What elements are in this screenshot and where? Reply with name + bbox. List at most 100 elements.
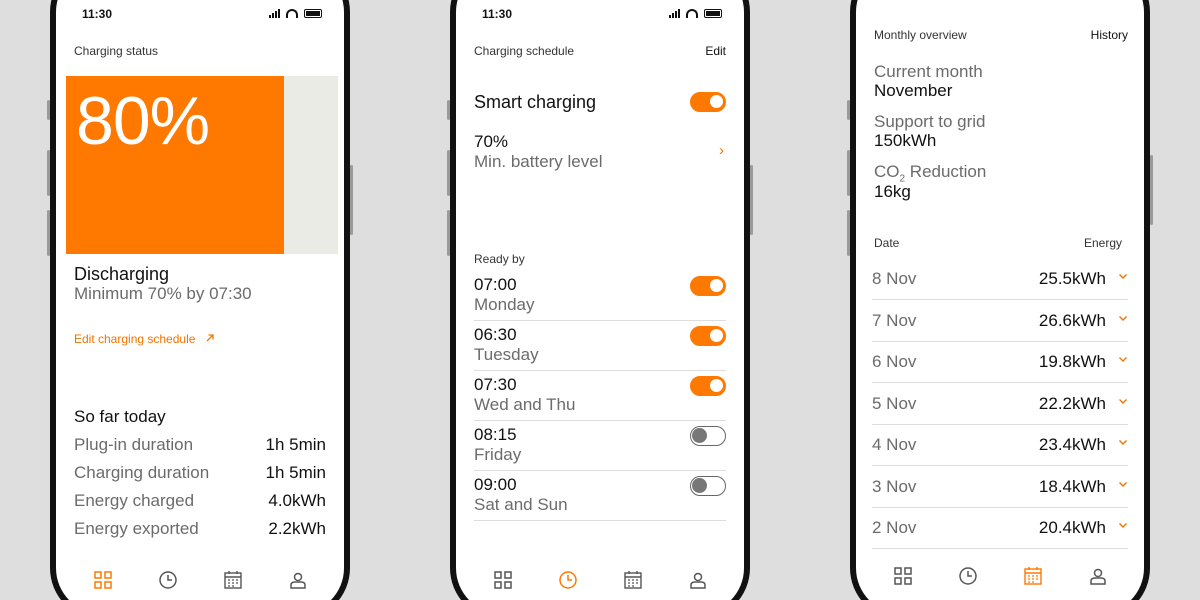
- schedule-time: 07:00: [474, 275, 517, 294]
- battery-icon: [304, 8, 322, 18]
- edit-button[interactable]: Edit: [705, 44, 726, 58]
- phone-monthly-overview: Monthly overview History Current month N…: [847, 0, 1153, 600]
- signal-icon: [269, 8, 280, 18]
- screen: 11:30 Charging status 80% Discharging Mi…: [56, 0, 344, 600]
- page-title: Charging status: [74, 44, 159, 58]
- bottom-nav: [456, 568, 744, 600]
- signal-icon: [669, 8, 680, 18]
- stat-row: Charging duration 1h 5min: [74, 463, 326, 483]
- history-date: 5 Nov: [872, 393, 917, 413]
- schedule-time: 08:15: [474, 425, 517, 444]
- col-energy-header: Energy: [1083, 236, 1122, 250]
- support-to-grid-label: Support to grid: [874, 112, 986, 131]
- co2-label-main: CO: [874, 162, 900, 181]
- history-energy: 23.4kWh: [1038, 435, 1106, 454]
- schedule-days: Monday: [474, 295, 535, 314]
- battery-icon: [704, 8, 722, 18]
- phone-charging-schedule: 11:30 Charging schedule Edit Smart charg…: [447, 0, 753, 600]
- history-row[interactable]: 8 Nov 25.5kWh: [872, 259, 1128, 300]
- schedule-row[interactable]: 09:00 Sat and Sun: [474, 471, 726, 521]
- user-icon[interactable]: [286, 568, 310, 592]
- history-energy: 18.4kWh: [1038, 476, 1106, 496]
- schedule-days: Sat and Sun: [474, 495, 568, 514]
- schedule-toggle[interactable]: [690, 426, 726, 446]
- calendar-icon[interactable]: [1021, 564, 1045, 588]
- schedule-toggle[interactable]: [690, 376, 726, 396]
- clock-icon[interactable]: [556, 568, 580, 592]
- history-row[interactable]: 7 Nov 26.6kWh: [872, 301, 1128, 342]
- user-icon[interactable]: [686, 568, 710, 592]
- col-date-header: Date: [874, 236, 900, 250]
- support-to-grid-value: 150kWh: [874, 131, 937, 150]
- chevron-down-icon: [1118, 476, 1128, 492]
- schedule-row[interactable]: 07:00 Monday: [474, 271, 726, 321]
- schedule-toggle[interactable]: [690, 326, 726, 346]
- grid-icon[interactable]: [891, 564, 915, 588]
- clock-icon[interactable]: [956, 564, 980, 588]
- battery-percent: 80%: [76, 83, 210, 159]
- history-row[interactable]: 5 Nov 22.2kWh: [872, 384, 1128, 425]
- chevron-down-icon: [1118, 268, 1128, 284]
- stat-row: Energy charged 4.0kWh: [74, 491, 326, 511]
- grid-icon[interactable]: [91, 568, 115, 592]
- history-row[interactable]: 3 Nov 18.4kWh: [872, 467, 1128, 508]
- chevron-down-icon: [1118, 351, 1128, 367]
- edit-schedule-link[interactable]: Edit charging schedule: [74, 332, 215, 346]
- history-date: 8 Nov: [872, 269, 917, 288]
- schedule-time: 07:30: [474, 375, 517, 394]
- status-time: 11:30: [82, 7, 113, 21]
- user-icon[interactable]: [1086, 564, 1110, 588]
- stat-value: 1h 5min: [265, 463, 326, 482]
- chevron-right-icon: ›: [719, 142, 724, 159]
- schedule-row[interactable]: 07:30 Wed and Thu: [474, 371, 726, 421]
- charge-state: Discharging: [74, 264, 170, 284]
- status-bar: 11:30: [56, 5, 344, 25]
- schedule-time: 09:00: [474, 475, 517, 494]
- clock-icon[interactable]: [156, 568, 180, 592]
- co2-reduction-value: 16kg: [874, 182, 911, 201]
- stat-label: Energy charged: [74, 491, 195, 510]
- stat-value: 1h 5min: [265, 435, 326, 454]
- page-title: Charging schedule: [474, 44, 575, 58]
- schedule-days: Wed and Thu: [474, 395, 576, 414]
- so-far-title: So far today: [74, 407, 166, 426]
- history-row[interactable]: 4 Nov 23.4kWh: [872, 425, 1128, 466]
- history-date: 6 Nov: [872, 352, 917, 371]
- history-row[interactable]: 2 Nov 20.4kWh: [872, 508, 1128, 549]
- stat-label: Energy exported: [74, 519, 199, 538]
- history-energy: 22.2kWh: [1038, 393, 1106, 413]
- bottom-nav: [856, 564, 1144, 598]
- chevron-down-icon: [1118, 393, 1128, 409]
- smart-charging-toggle[interactable]: [690, 92, 726, 112]
- schedule-toggle[interactable]: [690, 476, 726, 496]
- schedule-row[interactable]: 08:15 Friday: [474, 421, 726, 471]
- history-button[interactable]: History: [1091, 28, 1128, 42]
- history-energy: 20.4kWh: [1038, 518, 1106, 537]
- bottom-nav: [56, 568, 344, 600]
- chevron-down-icon: [1118, 310, 1128, 326]
- stat-row: Energy exported 2.2kWh: [74, 519, 326, 539]
- history-row[interactable]: 6 Nov 19.8kWh: [872, 342, 1128, 383]
- history-date: 7 Nov: [872, 310, 917, 330]
- current-month-value: November: [874, 81, 953, 100]
- wifi-icon: [686, 8, 698, 18]
- min-level-label: Min. battery level: [474, 152, 603, 171]
- stat-row: Plug-in duration 1h 5min: [74, 435, 326, 455]
- co2-label-rest: Reduction: [905, 162, 987, 181]
- calendar-icon[interactable]: [221, 568, 245, 592]
- smart-charging-label: Smart charging: [474, 92, 597, 112]
- min-battery-level-row[interactable]: 70% Min. battery level ›: [474, 132, 726, 176]
- history-energy: 19.8kWh: [1038, 352, 1106, 371]
- battery-level-bar: 80%: [66, 76, 338, 254]
- screen: Monthly overview History Current month N…: [856, 0, 1144, 600]
- schedule-toggle[interactable]: [690, 276, 726, 296]
- charge-state-detail: Minimum 70% by 07:30: [74, 284, 252, 303]
- schedule-row[interactable]: 06:30 Tuesday: [474, 321, 726, 371]
- calendar-icon[interactable]: [621, 568, 645, 592]
- schedule-time: 06:30: [474, 325, 517, 344]
- schedule-days: Friday: [474, 445, 522, 464]
- status-time: 11:30: [482, 7, 513, 21]
- grid-icon[interactable]: [491, 568, 515, 592]
- edit-schedule-label: Edit charging schedule: [74, 332, 196, 346]
- stat-value: 4.0kWh: [268, 491, 326, 510]
